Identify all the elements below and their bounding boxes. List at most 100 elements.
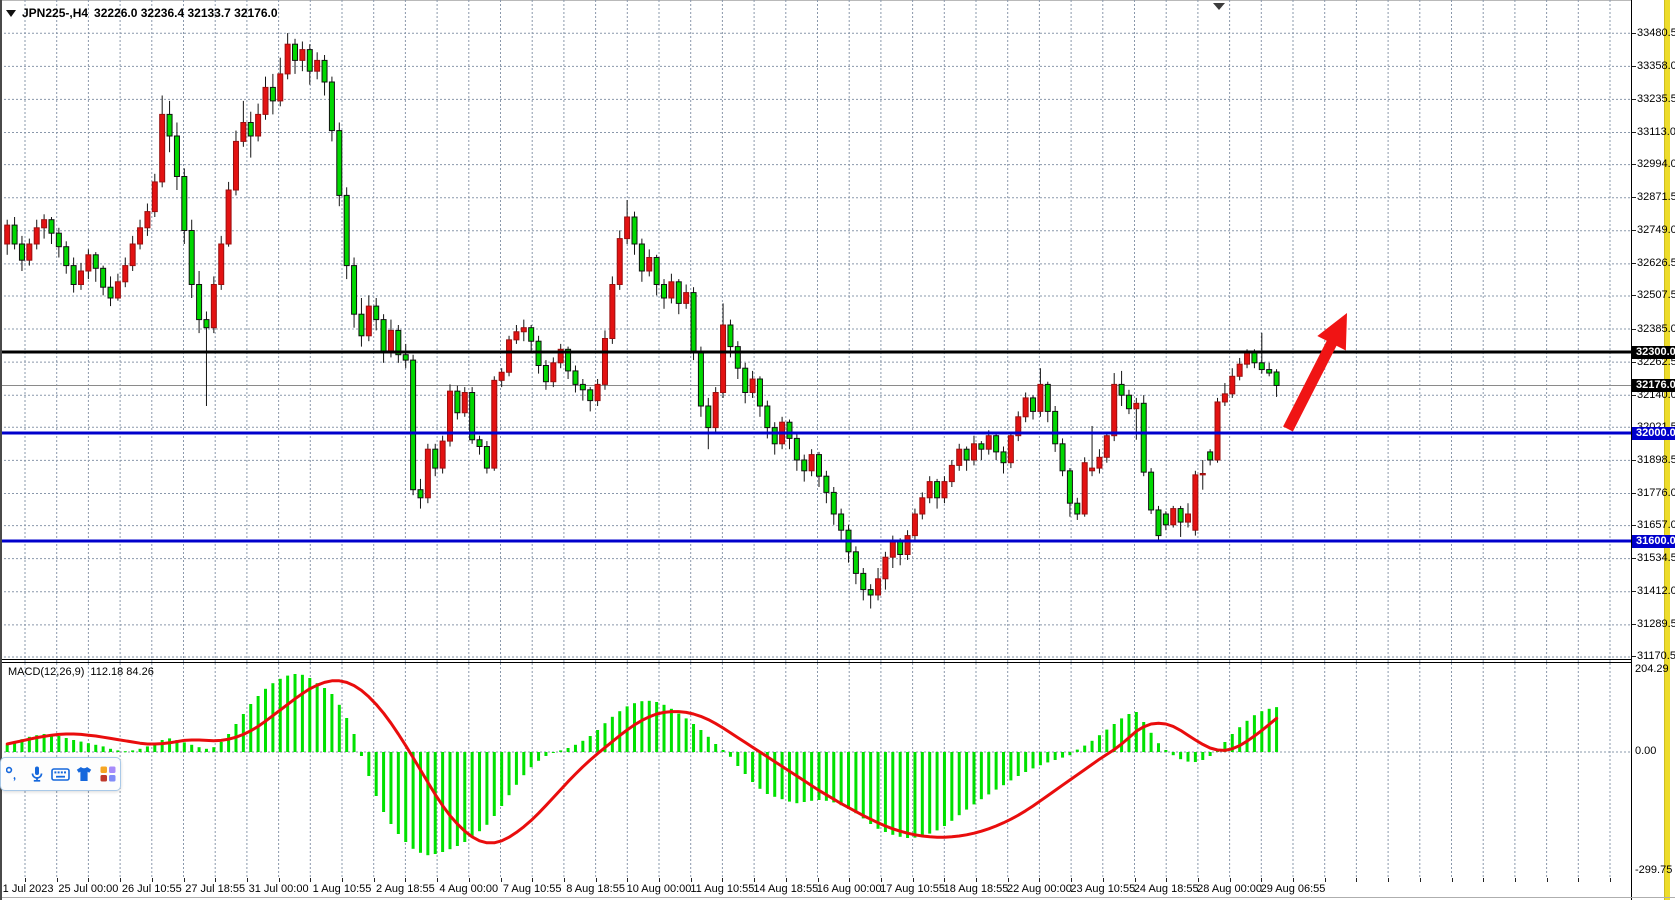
candlestick [1053,406,1058,452]
candlestick [1141,395,1146,476]
time-axis-tick [1071,878,1072,882]
macd-histogram-bar [294,674,297,752]
macd-histogram-bar [958,752,961,815]
macd-histogram-bar [869,752,872,824]
macd-histogram-bar [1150,733,1153,752]
price-axis-label: 31170.5 [1637,650,1675,663]
candlestick [1045,382,1050,423]
macd-indicator-panel[interactable] [0,662,1631,879]
candlestick [499,368,504,387]
macd-histogram-bar [72,740,75,752]
candlestick [757,376,762,417]
time-axis-tick [564,878,565,882]
macd-indicator-label: MACD(12,26,9) [8,666,84,678]
candlestick [174,122,179,190]
panel-divider[interactable] [0,659,1631,660]
symbol-dropdown-icon[interactable] [6,10,16,17]
candlestick [79,263,84,290]
macd-histogram-bar [648,701,651,752]
price-tag: 32000.0 [1632,427,1675,440]
candlestick [1104,433,1109,463]
price-axis-label: 32749.0 [1637,224,1675,237]
macd-title: MACD(12,26,9) 112.18 84.26 [8,666,154,678]
time-axis-tick [88,878,89,882]
macd-histogram-bar [854,752,857,813]
time-axis-tick [215,878,216,882]
macd-current-values: 112.18 84.26 [90,666,153,678]
macd-histogram-bar [707,737,710,752]
candlestick [160,95,165,187]
candlestick [381,314,386,363]
macd-histogram-bar [316,683,319,752]
candlestick [108,276,113,306]
main-price-chart[interactable] [0,0,1631,662]
macd-histogram-bar [972,752,975,804]
price-axis-tick [1632,656,1636,657]
time-axis-tick [786,878,787,882]
price-axis[interactable]: 33480.533358.033235.533113.032994.032871… [1631,0,1675,900]
macd-histogram-bar [832,752,835,802]
price-axis-tick [1632,33,1636,34]
tshirt-icon[interactable] [72,762,96,786]
candlestick [735,341,740,379]
candlestick [964,447,969,471]
candlestick [189,220,194,298]
price-axis-label: 31412.0 [1637,585,1675,598]
price-axis-label: 31534.5 [1637,552,1675,565]
microphone-icon[interactable] [25,762,49,786]
macd-histogram-bar [456,752,459,846]
macd-histogram-bar [589,736,592,752]
candlestick [1215,398,1220,463]
price-axis-tick [1632,197,1636,198]
candlestick [1237,358,1242,380]
macd-histogram-bar [94,745,97,752]
candlestick [573,366,578,393]
macd-histogram-bar [382,752,385,812]
chart-shift-marker-icon[interactable] [1213,3,1225,10]
macd-histogram-bar [1157,743,1160,752]
candlestick [794,433,799,471]
price-axis-tick [1632,395,1636,396]
macd-histogram-bar [943,752,946,826]
macd-histogram-bar [116,750,119,752]
candlestick [957,444,962,471]
candlestick [27,239,32,266]
candlestick [1082,457,1087,516]
macd-histogram-bar [1120,718,1123,752]
candlestick [1267,363,1272,377]
macd-histogram-bar [618,711,621,752]
arrow-annotation[interactable] [1288,313,1347,429]
price-axis-tick [1632,624,1636,625]
price-tag: 31600.0 [1632,535,1675,548]
price-axis-tick [1632,263,1636,264]
price-axis-label: 31657.0 [1637,519,1675,532]
keyboard-icon[interactable] [49,762,73,786]
candlestick [1274,369,1279,397]
time-axis[interactable]: 21 Jul 202325 Jul 00:0026 Jul 10:5527 Ju… [0,878,1631,898]
macd-histogram-bar [198,747,201,752]
macd-histogram-bar [1238,727,1241,752]
candlestick [1097,449,1102,473]
time-axis-tick [754,878,755,882]
time-axis-label: 17 Aug 10:55 [880,883,945,895]
candlestick [86,249,91,279]
candlestick [477,436,482,455]
time-axis-tick [25,878,26,882]
candlestick [71,257,76,292]
price-axis-tick [1632,99,1636,100]
apps-grid-icon[interactable] [96,762,120,786]
candlestick [912,509,917,541]
time-axis-tick [310,878,311,882]
partial-icon[interactable] [1,762,25,786]
macd-histogram-bar [412,752,415,849]
candlestick [219,236,224,290]
macd-histogram-bar [722,750,725,752]
macd-histogram-bar [788,752,791,802]
macd-histogram-bar [1275,707,1278,752]
macd-histogram-bar [818,752,821,800]
time-axis-tick [1008,878,1009,882]
candlestick [374,298,379,330]
time-axis-tick [1388,878,1389,882]
macd-histogram-bar [692,724,695,752]
macd-histogram-bar [1164,750,1167,752]
